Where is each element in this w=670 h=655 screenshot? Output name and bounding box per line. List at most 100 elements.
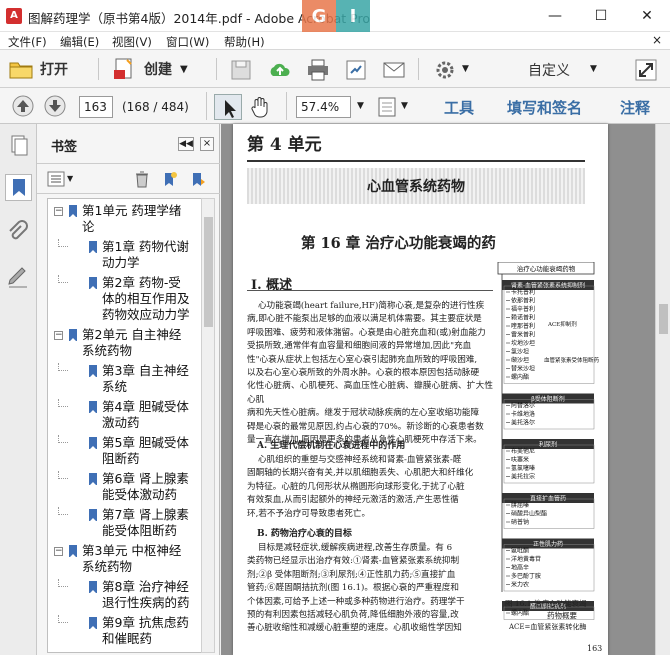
previous-page-icon[interactable] xyxy=(12,95,34,117)
menu-window[interactable]: 窗口(W) xyxy=(166,34,209,50)
options-menu-icon[interactable] xyxy=(47,170,65,188)
drug-name: 多巴酚丁胺 xyxy=(511,572,541,580)
menu-file[interactable]: 文件(F) xyxy=(8,34,47,50)
open-button[interactable]: 打开 xyxy=(8,56,68,82)
group-header: 直接扩血管药 xyxy=(530,495,566,503)
bookmark-scroll-thumb[interactable] xyxy=(204,217,213,327)
drug-name: 依那普利 xyxy=(511,297,535,305)
minimize-button[interactable]: — xyxy=(532,0,578,32)
bookmarks-rail-button[interactable] xyxy=(5,174,32,201)
share-icon[interactable] xyxy=(344,58,368,82)
zoom-dropdown-icon[interactable]: ▼ xyxy=(357,101,364,111)
navigation-pane-rail xyxy=(0,124,37,655)
figure-abbreviation: ACE=血管紧张素转化酶 xyxy=(509,623,587,631)
collapse-panel-button[interactable]: ◀◀ xyxy=(178,137,194,151)
bookmark-label: 第7章 肾上腺素 能受体阻断药 xyxy=(102,507,189,539)
bookmark-label-line: 阻断药 xyxy=(102,451,140,466)
drug-name: 美托拉宗 xyxy=(511,473,535,481)
layout-dropdown-icon[interactable]: ▼ xyxy=(401,101,408,111)
unit-rule xyxy=(247,160,585,162)
figure-caption-2: 药物概要 xyxy=(547,611,577,620)
banner-title: 心血管系统药物 xyxy=(367,179,465,195)
drug-name: 米力农 xyxy=(511,581,529,589)
signature-icon[interactable] xyxy=(5,264,32,291)
bookmark-icon xyxy=(89,277,97,289)
print-icon[interactable] xyxy=(306,58,330,82)
bookmark-scrollbar[interactable] xyxy=(201,198,215,653)
bookmark-tree: − 第1单元 药理学绪论第1章 药物代谢 动力学 第2章 药物-受 体的相互作用及 药物效… xyxy=(47,198,202,653)
tree-connector xyxy=(58,399,68,407)
drug-name: 缬沙坦 xyxy=(511,356,529,364)
bookmark-label-line: 第4章 胆碱受体 xyxy=(102,399,189,414)
document-scrollbar[interactable] xyxy=(655,124,670,655)
attachment-paperclip-icon[interactable] xyxy=(5,220,32,247)
page-layout-icon[interactable] xyxy=(376,96,398,118)
menu-view[interactable]: 视图(V) xyxy=(112,34,152,50)
collapse-toggle-icon[interactable]: − xyxy=(54,207,63,216)
upload-cloud-icon[interactable] xyxy=(268,59,292,81)
hand-tool-icon[interactable] xyxy=(248,95,272,119)
menu-help[interactable]: 帮助(H) xyxy=(224,34,265,50)
tree-connector xyxy=(58,579,68,587)
drug-name: 坎地沙坦 xyxy=(511,339,535,347)
email-icon[interactable] xyxy=(382,60,406,80)
section-rule xyxy=(247,290,493,291)
group-note: 血管紧张素受体阻断药 xyxy=(544,356,600,364)
bookmark-icon xyxy=(89,473,97,485)
bookmark-label-line: 第8章 治疗神经 xyxy=(102,579,189,594)
title-bar: A 图解药理学（原书第4版）2014年.pdf - Adobe Acrobat … xyxy=(0,0,670,38)
fill-sign-link[interactable]: 填写和签名 xyxy=(507,97,582,118)
bookmark-icon xyxy=(89,401,97,413)
bookmark-label-line: 第7章 肾上腺素 xyxy=(102,507,189,522)
customize-dropdown-icon[interactable]: ▼ xyxy=(590,64,597,74)
bookmark-label-line: 论 xyxy=(82,219,95,234)
comment-link[interactable]: 注释 xyxy=(620,97,650,118)
close-button[interactable]: ✕ xyxy=(624,0,670,32)
main-toolbar: 打开 创建 ▼ ▼ 自定义 ▼ xyxy=(0,50,670,88)
group-header: 正性肌力药 xyxy=(533,540,563,548)
delete-trash-icon[interactable] xyxy=(133,170,151,188)
drug-name: 赖诺普利 xyxy=(511,314,535,322)
tree-connector xyxy=(58,363,68,371)
bookmark-label-line: 系统药物 xyxy=(82,559,133,574)
tools-link[interactable]: 工具 xyxy=(444,97,474,118)
drug-name: 喹那普利 xyxy=(511,322,535,330)
tree-connector xyxy=(58,507,68,515)
tree-connector xyxy=(58,275,68,283)
subhead-b: B. 药物治疗心衰的目标 xyxy=(257,529,352,539)
create-dropdown-icon: ▼ xyxy=(180,63,188,75)
bookmark-label-line: 第6章 肾上腺素 xyxy=(102,471,189,486)
create-button[interactable]: 创建 ▼ xyxy=(112,56,188,82)
drug-name: 肼屈嗪 xyxy=(511,501,529,509)
fullscreen-icon[interactable] xyxy=(634,58,658,82)
next-page-icon[interactable] xyxy=(44,95,66,117)
current-page-input[interactable]: 163 xyxy=(79,96,113,118)
toolbar-divider xyxy=(98,58,99,80)
document-scroll-thumb[interactable] xyxy=(659,304,668,334)
expand-bookmark-icon[interactable] xyxy=(189,170,207,188)
group-note: ACE抑制剂 xyxy=(547,320,577,328)
menu-edit[interactable]: 编辑(E) xyxy=(60,34,99,50)
tree-connector xyxy=(58,435,68,443)
options-dropdown-icon[interactable]: ▼ xyxy=(67,174,73,183)
select-tool-icon[interactable] xyxy=(214,94,242,120)
group-header: 利尿剂 xyxy=(539,441,557,449)
chapter-title: 第 16 章 治疗心功能衰竭的药 xyxy=(301,235,496,252)
maximize-button[interactable]: ☐ xyxy=(578,0,624,32)
save-icon[interactable] xyxy=(230,59,252,81)
collapse-toggle-icon[interactable]: − xyxy=(54,331,63,340)
zoom-input[interactable]: 57.4% xyxy=(296,96,351,118)
customize-label[interactable]: 自定义 xyxy=(528,60,570,80)
diagram-title: 治疗心功能衰竭药物 xyxy=(517,264,576,273)
gear-icon[interactable] xyxy=(434,59,456,81)
collapse-toggle-icon[interactable]: − xyxy=(54,547,63,556)
bookmark-label-line: 第9章 抗焦虑药 xyxy=(102,615,189,630)
document-close-button[interactable]: × xyxy=(652,33,662,47)
close-panel-button[interactable]: × xyxy=(200,137,214,151)
bookmark-label: 第4章 胆碱受体 激动药 xyxy=(102,399,189,431)
subhead-a: A. 生理代偿机制在心衰进程中的作用 xyxy=(257,441,406,451)
bookmark-icon xyxy=(89,617,97,629)
page-thumbnails-icon[interactable] xyxy=(5,132,32,159)
new-bookmark-icon[interactable] xyxy=(161,170,179,188)
settings-dropdown-icon[interactable]: ▼ xyxy=(462,64,469,74)
